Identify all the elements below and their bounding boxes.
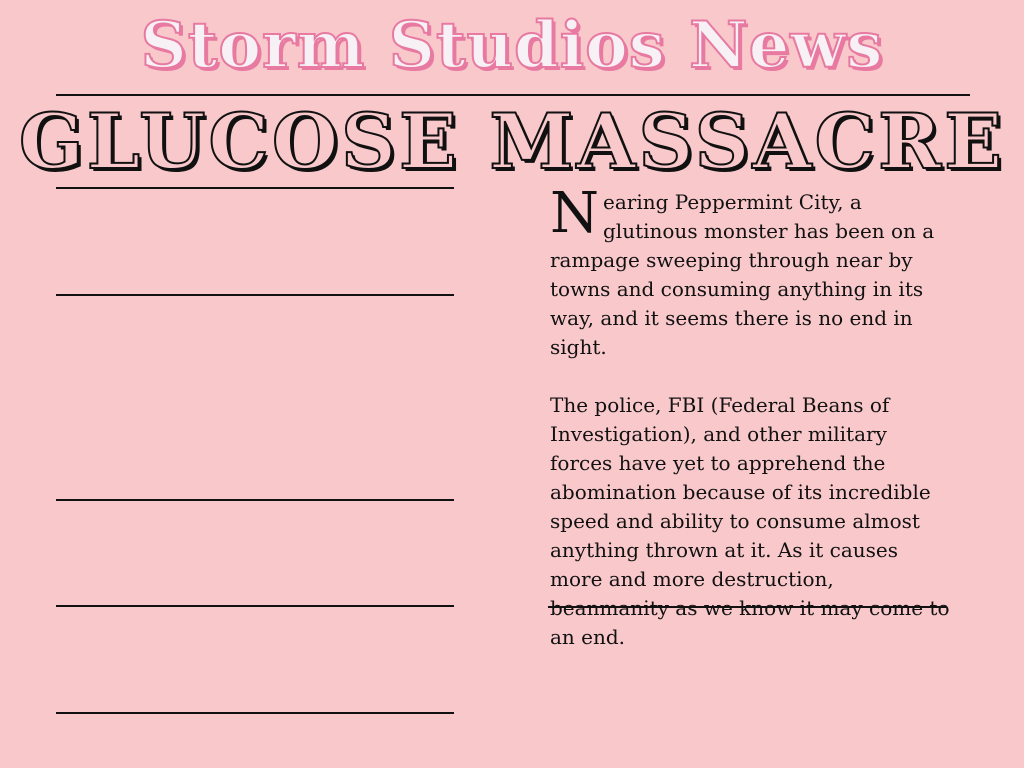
left-column-rule-3 [56,499,454,501]
masthead-title: Storm Studios News [140,7,884,84]
left-column-rule-1 [56,187,454,189]
drop-cap: N [550,181,599,246]
headline: GLUCOSE MASSACRE [18,96,1006,187]
left-column-rule-4 [56,605,454,607]
article-paragraph-2: The police, FBI (Federal Beans of Invest… [550,393,950,649]
left-column-rule-2 [56,294,454,296]
left-column-rule-5 [56,712,454,714]
article-paragraph-1: Nearing Peppermint City, a glutinous mon… [550,181,950,362]
article-end-rule [548,606,946,608]
article-paragraph-1-text: earing Peppermint City, a glutinous mons… [550,190,935,359]
